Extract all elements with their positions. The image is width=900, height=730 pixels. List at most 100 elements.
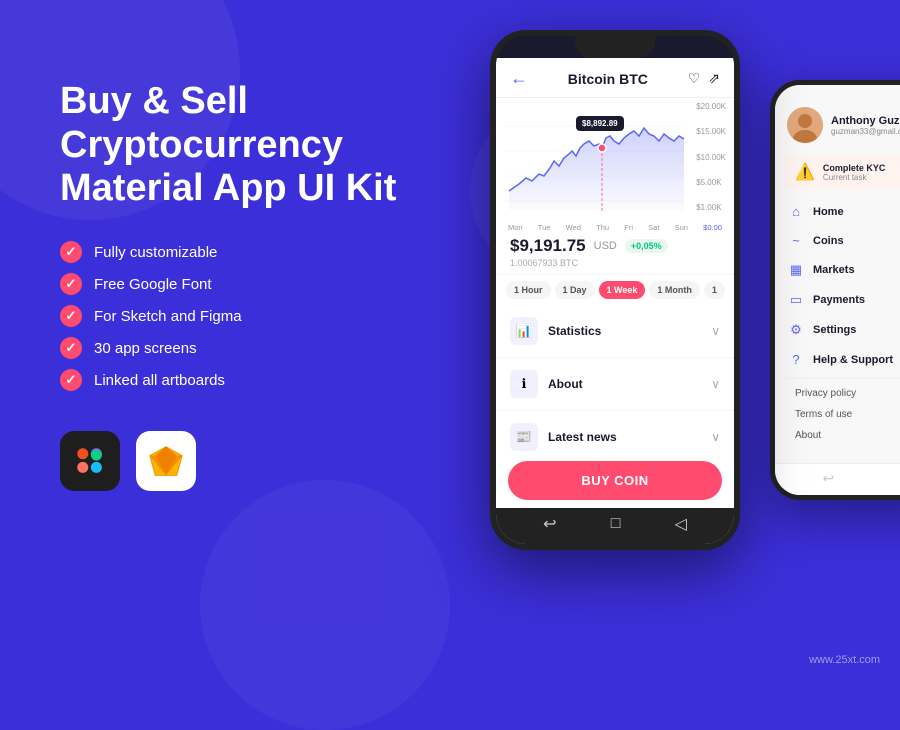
side-menu-item-payments[interactable]: ▭ Payments [779, 285, 900, 315]
menu-label-markets: Markets [813, 264, 855, 276]
phone-screen: ← Bitcoin BTC ♡ ⇗ [496, 58, 734, 544]
user-avatar [787, 107, 823, 143]
side-menu-item-markets[interactable]: ▦ Markets [779, 255, 900, 285]
btc-amount: 1.00067933 BTC [510, 258, 720, 268]
heart-icon[interactable]: ♡ [688, 70, 701, 87]
chevron-down-icon: ∨ [711, 430, 720, 444]
buy-coin-button[interactable]: BUY COIN [508, 461, 722, 500]
side-user-info: Anthony Guzman guzman33@gmail.com [831, 115, 900, 136]
nav-recent-icon[interactable]: ◁ [675, 514, 687, 534]
check-icon [60, 241, 82, 263]
check-icon [60, 273, 82, 295]
statistics-icon: 📊 [510, 317, 538, 345]
side-menu-item-home[interactable]: ⌂ Home [779, 197, 900, 226]
kyc-subtitle: Current task [823, 173, 886, 182]
phone-side: Anthony Guzman guzman33@gmail.com ⚠️ Com… [770, 80, 900, 500]
statistics-label: Statistics [548, 324, 711, 338]
sketch-icon [136, 431, 196, 491]
phone-notch [575, 36, 655, 58]
side-phone-screen: Anthony Guzman guzman33@gmail.com ⚠️ Com… [775, 85, 900, 495]
menu-label-help: Help & Support [813, 354, 893, 366]
check-icon [60, 305, 82, 327]
news-icon: 📰 [510, 423, 538, 451]
phone-header: ← Bitcoin BTC ♡ ⇗ [496, 58, 734, 98]
side-menu-item-settings[interactable]: ⚙ Settings [779, 315, 900, 345]
accordion-about[interactable]: ℹ About ∨ [496, 358, 734, 411]
phone-screen-title: Bitcoin BTC [568, 71, 648, 87]
about-label: About [548, 377, 711, 391]
help-icon: ? [787, 352, 805, 367]
feature-label: Fully customizable [94, 244, 217, 261]
menu-label-coins: Coins [813, 235, 844, 247]
phone-main: ← Bitcoin BTC ♡ ⇗ [490, 30, 740, 550]
username: Anthony Guzman [831, 115, 900, 127]
accordion-list: 📊 Statistics ∨ ℹ About ∨ 📰 Latest news ∨ [496, 305, 734, 453]
kyc-warning-icon: ⚠️ [795, 162, 815, 182]
watermark: www.25xt.com [809, 654, 880, 666]
price-tooltip: $8,892.89 [576, 116, 624, 131]
feature-item: Linked all artboards [60, 369, 440, 391]
side-nav-back[interactable]: ↩ [822, 470, 834, 487]
nav-home-icon[interactable]: □ [611, 515, 621, 533]
price-change-badge: +0,05% [625, 239, 668, 253]
chevron-down-icon: ∨ [711, 377, 720, 391]
chart-area: $8,892.89 $20.00K $15.00K $10.00K $5.00K… [496, 98, 734, 228]
chevron-down-icon: ∨ [711, 324, 720, 338]
header-action-icons: ♡ ⇗ [688, 70, 720, 87]
price-section: $9,191.75 USD +0,05% 1.00067933 BTC [496, 228, 734, 275]
feature-item: Free Google Font [60, 273, 440, 295]
features-list: Fully customizable Free Google Font For … [60, 241, 440, 391]
home-icon: ⌂ [787, 204, 805, 219]
kyc-title: Complete KYC [823, 163, 886, 173]
main-title: Buy & SellCryptocurrencyMaterial App UI … [60, 80, 440, 211]
payments-icon: ▭ [787, 292, 805, 308]
side-menu-item-coins[interactable]: ~ Coins [779, 226, 900, 255]
left-panel: Buy & SellCryptocurrencyMaterial App UI … [60, 80, 440, 491]
menu-divider [787, 378, 900, 379]
time-btn-1month[interactable]: 1 Month [649, 281, 700, 299]
feature-item: Fully customizable [60, 241, 440, 263]
accordion-latestnews[interactable]: 📰 Latest news ∨ [496, 411, 734, 453]
back-button[interactable]: ← [510, 68, 528, 89]
bg-decoration-2 [200, 480, 450, 730]
price-currency: USD [594, 240, 617, 252]
feature-label: For Sketch and Figma [94, 308, 242, 325]
menu-label-home: Home [813, 206, 844, 218]
tool-icons [60, 431, 440, 491]
side-bottom-nav: ↩ □ [775, 463, 900, 495]
about-link[interactable]: About [779, 425, 900, 446]
latestnews-label: Latest news [548, 430, 711, 444]
time-btn-1day[interactable]: 1 Day [555, 281, 595, 299]
user-email: guzman33@gmail.com [831, 127, 900, 136]
current-price: $9,191.75 [510, 236, 586, 256]
share-icon[interactable]: ⇗ [708, 70, 720, 87]
side-menu-item-help[interactable]: ? Help & Support [779, 345, 900, 374]
feature-item: 30 app screens [60, 337, 440, 359]
chart-y-labels: $20.00K $15.00K $10.00K $5.00K $1.00K [696, 102, 726, 212]
side-menu: ⌂ Home ~ Coins ▦ Markets ▭ Payments ⚙ Se… [775, 197, 900, 463]
terms-link[interactable]: Terms of use [779, 404, 900, 425]
feature-item: For Sketch and Figma [60, 305, 440, 327]
nav-back-icon[interactable]: ↩ [543, 514, 556, 534]
settings-icon: ⚙ [787, 322, 805, 338]
menu-label-settings: Settings [813, 324, 856, 336]
time-btn-1week[interactable]: 1 Week [599, 281, 646, 299]
phone-bottom-nav: ↩ □ ◁ [496, 508, 734, 544]
check-icon [60, 337, 82, 359]
side-status-bar [775, 85, 900, 95]
about-icon: ℹ [510, 370, 538, 398]
time-btn-1hour[interactable]: 1 Hour [506, 281, 551, 299]
figma-icon [60, 431, 120, 491]
feature-label: Linked all artboards [94, 372, 225, 389]
privacy-policy-link[interactable]: Privacy policy [779, 383, 900, 404]
price-row: $9,191.75 USD +0,05% [510, 236, 720, 256]
kyc-banner[interactable]: ⚠️ Complete KYC Current task [785, 155, 900, 189]
markets-icon: ▦ [787, 262, 805, 278]
accordion-statistics[interactable]: 📊 Statistics ∨ [496, 305, 734, 358]
check-icon [60, 369, 82, 391]
kyc-text: Complete KYC Current task [823, 163, 886, 182]
feature-label: Free Google Font [94, 276, 212, 293]
menu-label-payments: Payments [813, 294, 865, 306]
coins-icon: ~ [787, 233, 805, 248]
time-btn-more[interactable]: 1 [704, 281, 725, 299]
